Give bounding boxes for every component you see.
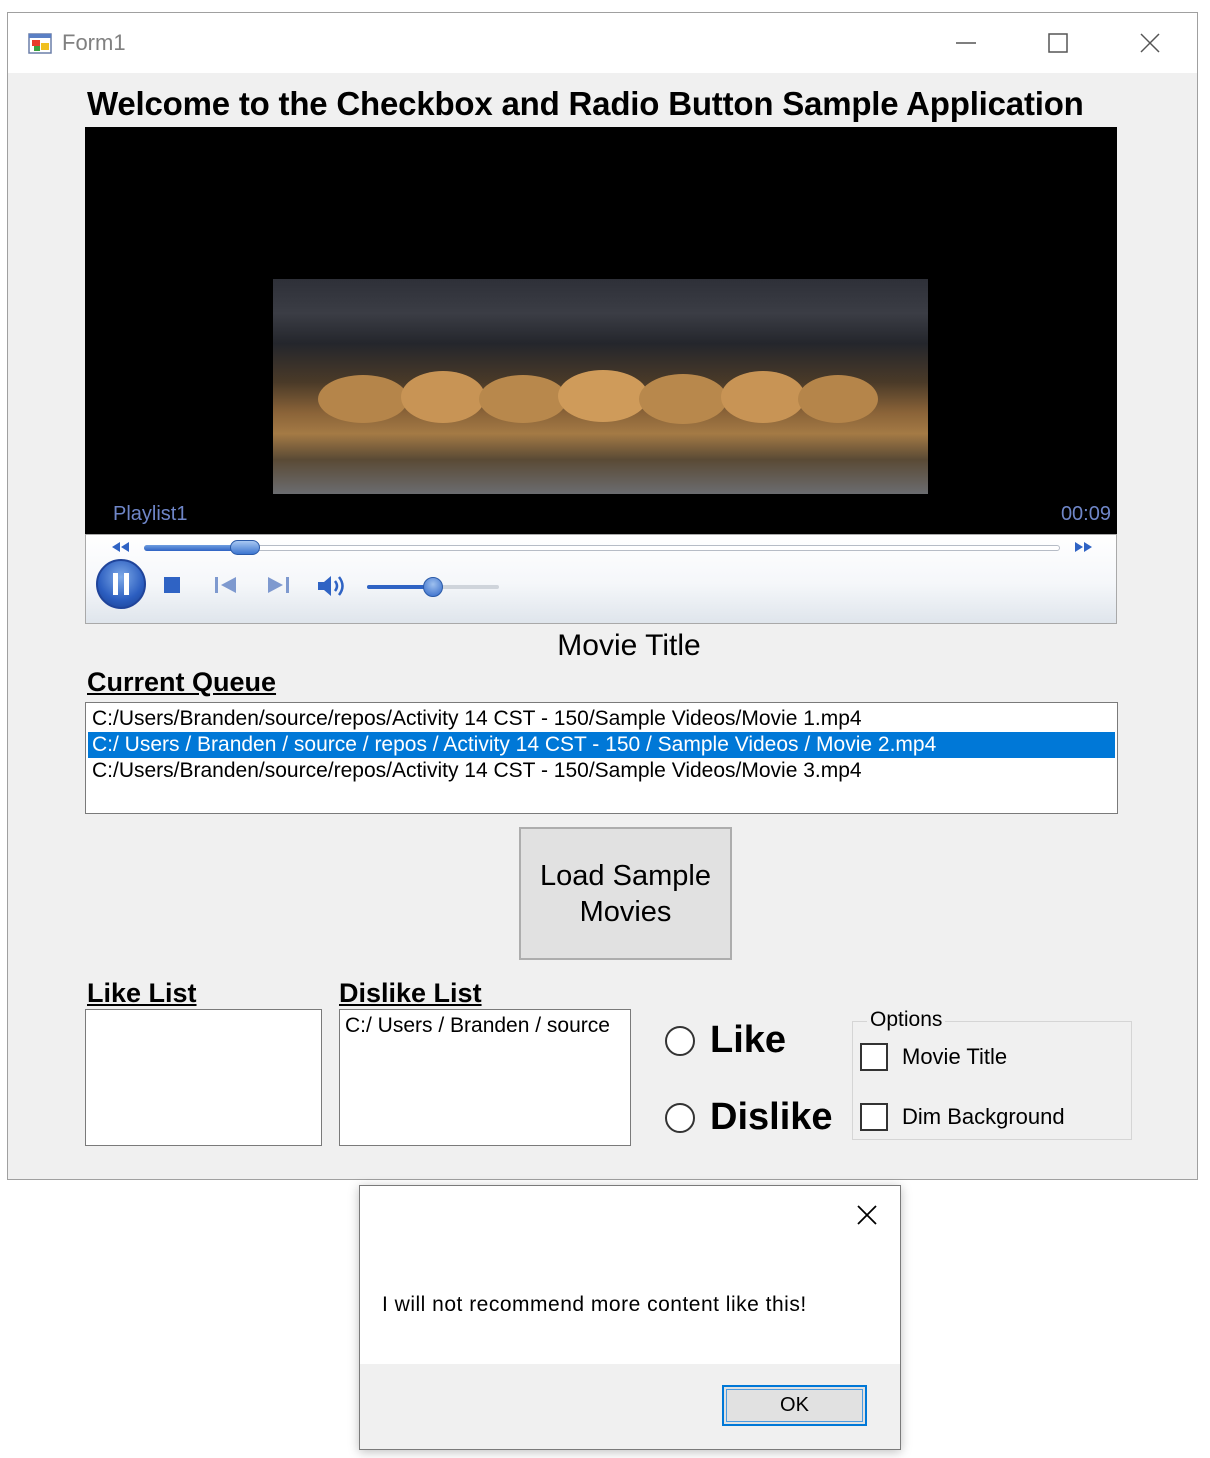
like-radio-label: Like <box>710 1019 787 1061</box>
dislike-list-label: Dislike List <box>339 978 482 1008</box>
elapsed-time: 00:09 <box>1060 503 1111 525</box>
ok-button[interactable]: OK <box>722 1385 867 1426</box>
next-icon[interactable] <box>266 575 290 595</box>
dislike-radio-circle[interactable] <box>665 1102 695 1133</box>
dislike-list-item[interactable]: C:/ Users / Branden / source <box>345 1014 610 1038</box>
media-player[interactable]: Playlist1 00:09 <box>85 127 1117 624</box>
current-queue-list[interactable]: C:/Users/Branden/source/repos/Activity 1… <box>85 702 1118 814</box>
queue-item[interactable]: C:/Users/Branden/source/repos/Activity 1… <box>88 706 1115 732</box>
message-close-button[interactable] <box>850 1198 884 1232</box>
stop-icon[interactable] <box>162 575 182 595</box>
load-sample-movies-button[interactable]: Load Sample Movies <box>519 827 732 960</box>
options-legend: Options <box>867 1008 946 1032</box>
seek-thumb[interactable] <box>230 540 260 555</box>
dislike-list[interactable]: C:/ Users / Branden / source <box>339 1009 631 1146</box>
player-controls <box>85 534 1117 624</box>
close-icon <box>1140 33 1160 53</box>
pause-button[interactable] <box>96 559 146 609</box>
message-text: I will not recommend more content like t… <box>382 1293 807 1316</box>
app-icon <box>28 33 52 54</box>
movie-title-checkbox[interactable]: Movie Title <box>860 1043 1007 1071</box>
load-button-line1: Load Sample <box>540 859 711 892</box>
minimize-icon <box>956 42 976 44</box>
video-frame[interactable] <box>273 279 928 494</box>
previous-icon[interactable] <box>214 575 238 595</box>
minimize-button[interactable] <box>920 13 1012 73</box>
seek-bar[interactable] <box>144 545 1060 551</box>
dislike-radio[interactable]: Dislike <box>665 1096 833 1139</box>
current-queue-label: Current Queue <box>87 667 277 697</box>
close-button[interactable] <box>1104 13 1196 73</box>
queue-item-selected[interactable]: C:/ Users / Branden / source / repos / A… <box>88 732 1115 758</box>
queue-item[interactable]: C:/Users/Branden/source/repos/Activity 1… <box>88 758 1115 784</box>
like-list-label: Like List <box>87 978 197 1008</box>
message-footer: OK <box>360 1364 900 1449</box>
dim-background-checkbox[interactable]: Dim Background <box>860 1103 1065 1131</box>
like-list[interactable] <box>85 1009 322 1146</box>
like-radio[interactable]: Like <box>665 1019 786 1062</box>
load-button-line2: Movies <box>579 895 672 928</box>
volume-thumb[interactable] <box>423 577 443 597</box>
window-title: Form1 <box>62 30 126 55</box>
dim-background-checkbox-box[interactable] <box>860 1103 888 1131</box>
main-window: Form1 Welcome to the Checkbox and Radio … <box>7 12 1198 1180</box>
movie-title-checkbox-box[interactable] <box>860 1043 888 1071</box>
maximize-icon <box>1048 33 1068 53</box>
close-icon <box>857 1205 877 1225</box>
movie-title-label: Movie Title <box>557 629 701 662</box>
volume-icon[interactable] <box>316 573 348 599</box>
maximize-button[interactable] <box>1012 13 1104 73</box>
page-heading: Welcome to the Checkbox and Radio Button… <box>87 85 1084 122</box>
movie-title-checkbox-label: Movie Title <box>902 1044 1008 1069</box>
fast-forward-icon[interactable] <box>1072 541 1094 553</box>
load-button-label: Load Sample Movies <box>540 858 711 930</box>
playlist-label: Playlist1 <box>113 503 188 525</box>
lions-image <box>318 370 878 424</box>
rewind-icon[interactable] <box>110 541 132 553</box>
pause-icon <box>113 573 129 595</box>
dislike-radio-label: Dislike <box>710 1096 833 1138</box>
like-radio-circle[interactable] <box>665 1025 695 1056</box>
title-bar[interactable]: Form1 <box>8 13 1197 73</box>
dim-background-checkbox-label: Dim Background <box>902 1104 1065 1129</box>
options-group: Options Movie Title Dim Background <box>852 1008 1132 1140</box>
message-box: I will not recommend more content like t… <box>359 1185 901 1450</box>
